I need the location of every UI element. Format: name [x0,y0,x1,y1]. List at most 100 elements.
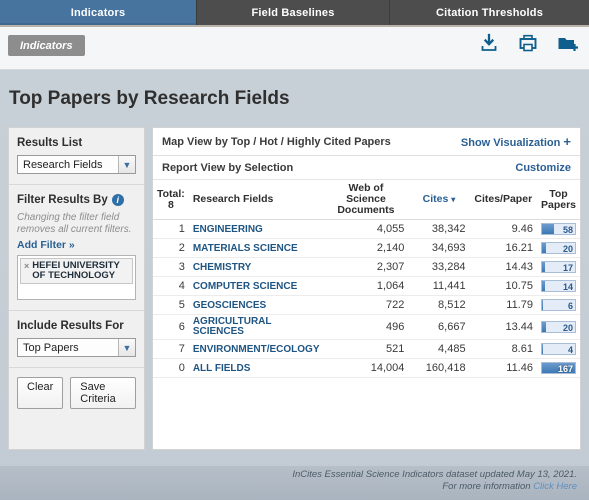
add-filter-link[interactable]: Add Filter » [17,239,75,251]
row-rank: 2 [153,238,189,258]
row-documents: 521 [323,339,409,359]
research-field-link[interactable]: ENGINEERING [193,225,263,235]
sidebar: Results List Research Fields ▼ Filter Re… [8,127,145,450]
research-field-link[interactable]: COMPUTER SCIENCE [193,282,297,292]
filter-chip[interactable]: × HEFEI UNIVERSITY OF TECHNOLOGY [20,258,133,284]
row-field: ENGINEERING [188,219,324,239]
table-row[interactable]: 3 CHEMISTRY 2,307 33,284 14.43 17 [153,257,580,277]
row-top-papers: 6 [536,295,580,315]
top-papers-value: 17 [562,263,573,273]
filter-results-text: Filter Results By [17,194,108,206]
table-row[interactable]: 7 ENVIRONMENT/ECOLOGY 521 4,485 8.61 4 [153,339,580,359]
download-icon[interactable] [479,33,499,53]
col-wos-documents[interactable]: Web of Science Documents [323,180,409,220]
map-view-label: Map View by Top / Hot / Highly Cited Pap… [162,135,391,148]
top-papers-meter: 14 [540,280,576,292]
row-cites: 33,284 [408,257,470,277]
show-visualization-label: Show Visualization [460,137,561,149]
row-field: CHEMISTRY [188,257,324,277]
row-top-papers: 20 [536,314,580,340]
toolbar-actions [479,33,579,53]
report-view-header: Report View by Selection Customize [153,156,580,180]
sidebar-buttons: Clear Save Criteria [9,368,144,418]
col-research-fields[interactable]: Research Fields [188,180,324,220]
chevron-down-icon: ▼ [118,156,135,173]
research-field-link[interactable]: ENVIRONMENT/ECOLOGY [193,344,320,355]
help-icon[interactable]: i [111,194,124,206]
print-icon[interactable] [518,33,538,53]
page-title: Top Papers by Research Fields [9,87,290,109]
research-field-link[interactable]: AGRICULTURAL SCIENCES [193,317,320,337]
col-cites-per-paper[interactable]: Cites/Paper [469,180,537,220]
top-papers-value: 4 [567,344,573,355]
footer-info-line: For more information Click Here [0,481,577,493]
total-label: Total: [157,187,185,200]
tab-field-baselines[interactable]: Field Baselines [197,0,390,25]
row-cites: 34,693 [408,238,470,258]
row-documents: 1,064 [323,276,409,296]
total-value: 8 [167,198,174,211]
row-top-papers: 14 [536,276,580,296]
save-criteria-button[interactable]: Save Criteria [70,377,136,409]
include-results-value: Top Papers [23,341,79,354]
row-cites-per-paper: 16.21 [469,238,537,258]
col-top-papers[interactable]: Top Papers [536,180,580,220]
row-rank: 3 [153,257,189,277]
include-results-select[interactable]: Top Papers ▼ [17,338,136,357]
table-row[interactable]: 4 COMPUTER SCIENCE 1,064 11,441 10.75 14 [153,276,580,296]
chevron-down-icon: ▼ [118,339,135,356]
results-list-select[interactable]: Research Fields ▼ [17,155,136,174]
customize-link[interactable]: Customize [515,162,571,174]
table-row[interactable]: 0 ALL FIELDS 14,004 160,418 11.46 167 [153,358,580,378]
col-cites[interactable]: Cites ▾ [408,180,470,220]
row-documents: 496 [323,314,409,340]
row-top-papers: 4 [536,339,580,359]
row-cites: 4,485 [408,339,470,359]
breadcrumb-indicators[interactable]: Indicators [8,35,85,56]
research-field-link[interactable]: MATERIALS SCIENCE [193,244,298,254]
row-cites-per-paper: 13.44 [469,314,537,340]
main-panel: Map View by Top / Hot / Highly Cited Pap… [152,127,581,450]
row-rank: 5 [153,295,189,315]
row-rank: 4 [153,276,189,296]
footer: InCites Essential Science Indicators dat… [0,466,589,500]
tab-indicators[interactable]: Indicators [0,0,197,25]
research-field-link[interactable]: GEOSCIENCES [193,301,266,311]
results-table-body: 1 ENGINEERING 4,055 38,342 9.46 58 2 MATERIALS … [153,219,580,378]
top-papers-meter-fill [541,243,546,253]
clear-button[interactable]: Clear [17,377,64,409]
row-cites-per-paper: 11.79 [469,295,537,315]
main-tab-bar: Indicators Field Baselines Citation Thre… [0,0,589,27]
table-row[interactable]: 6 AGRICULTURAL SCIENCES 496 6,667 13.44 20 [153,314,580,340]
add-to-folder-icon[interactable] [557,33,579,53]
click-here-link[interactable]: Click Here [533,481,577,492]
results-list-label: Results List [17,137,83,149]
report-view-label: Report View by Selection [162,161,294,174]
body-columns: Results List Research Fields ▼ Filter Re… [0,127,589,450]
remove-chip-icon[interactable]: × [24,261,29,271]
row-documents: 722 [323,295,409,315]
filter-chip-box[interactable]: × HEFEI UNIVERSITY OF TECHNOLOGY [17,255,136,300]
research-field-link[interactable]: CHEMISTRY [193,263,252,273]
table-row[interactable]: 2 MATERIALS SCIENCE 2,140 34,693 16.21 20 [153,238,580,258]
row-documents: 14,004 [323,358,409,378]
row-documents: 2,307 [323,257,409,277]
col-total: Total: 8 [153,180,189,220]
top-papers-meter: 17 [540,261,576,273]
top-papers-meter: 4 [540,342,576,355]
table-row[interactable]: 5 GEOSCIENCES 722 8,512 11.79 6 [153,295,580,315]
row-cites: 160,418 [408,358,470,378]
row-field: COMPUTER SCIENCE [188,276,324,296]
tab-citation-thresholds[interactable]: Citation Thresholds [390,0,589,25]
table-row[interactable]: 1 ENGINEERING 4,055 38,342 9.46 58 [153,219,580,239]
plus-icon: + [563,134,571,149]
row-rank: 1 [153,219,189,239]
top-papers-meter: 20 [540,320,576,333]
top-papers-value: 20 [562,322,573,333]
research-field-link[interactable]: ALL FIELDS [193,363,251,374]
row-field: ENVIRONMENT/ECOLOGY [188,339,324,359]
top-papers-meter: 20 [540,242,576,254]
row-documents: 2,140 [323,238,409,258]
show-visualization-link[interactable]: Show Visualization + [461,134,571,149]
filter-note: Changing the filter field removes all cu… [17,212,132,235]
